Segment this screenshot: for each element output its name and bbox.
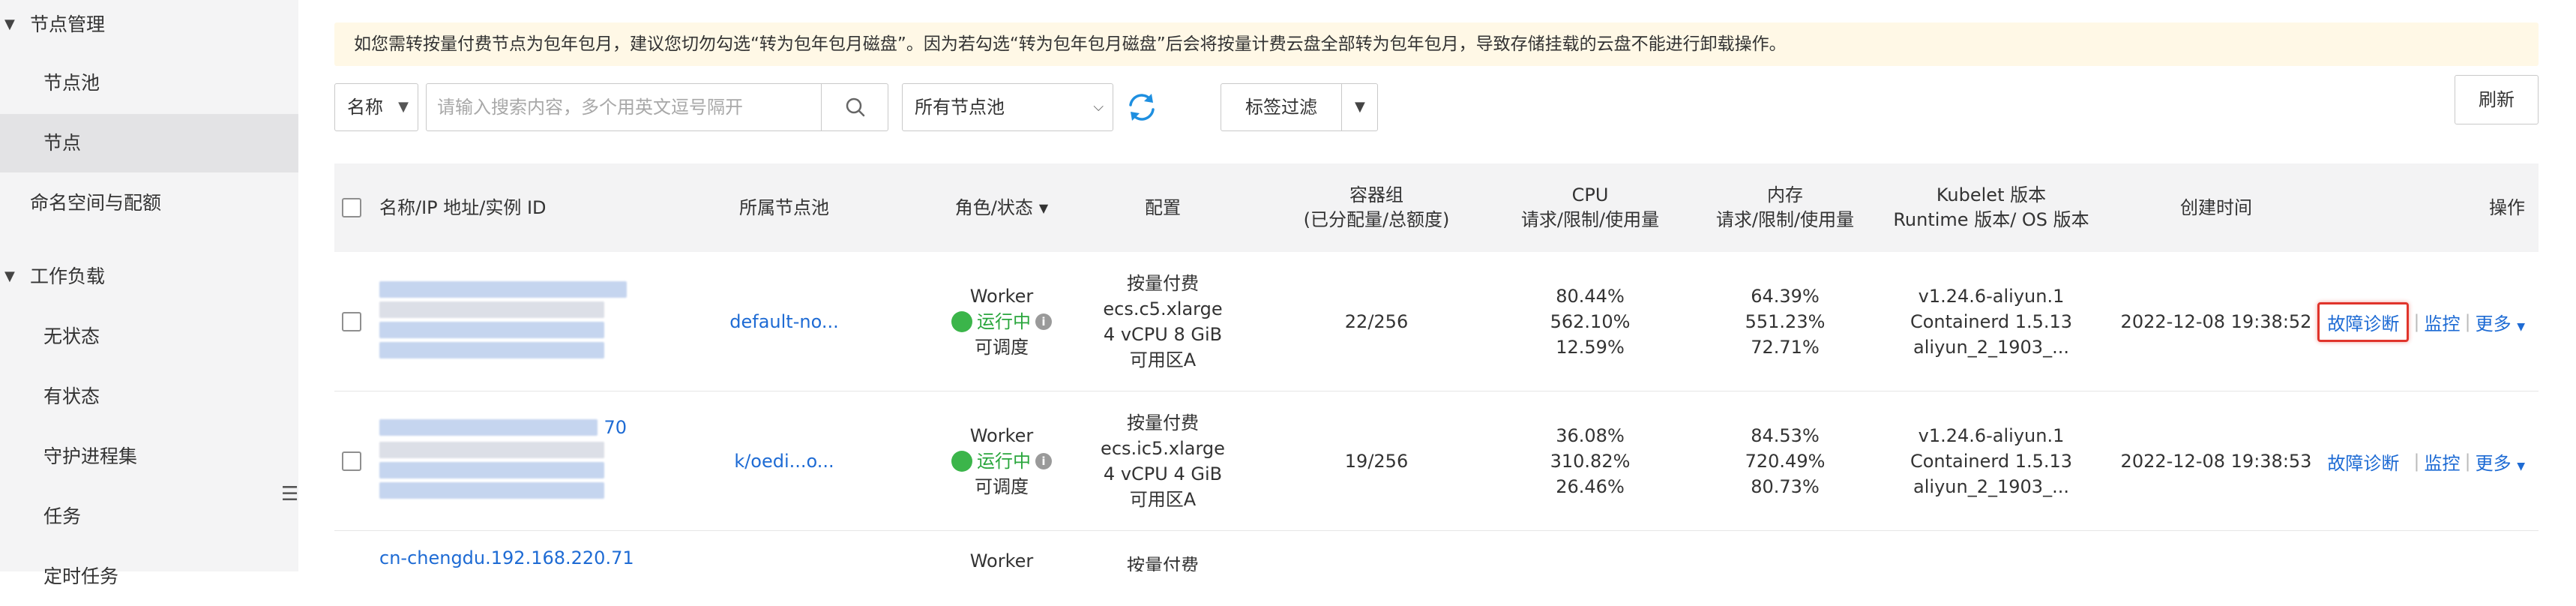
sidebar-group-workloads[interactable]: ▼ 工作负载 — [0, 248, 298, 306]
search-button[interactable] — [821, 83, 888, 131]
col-actions: 操作 — [2489, 196, 2525, 218]
config-cell: 按量付费 ecs.ic5.xlarge 4 vCPU 4 GiB 可用区A — [1101, 412, 1225, 510]
node-name-cell[interactable]: 70 — [379, 417, 627, 507]
more-dropdown[interactable]: 更多 ▼ — [2476, 448, 2525, 475]
role-status-cell: Worker 运行中 i 可调度 — [927, 392, 1077, 531]
table-row: cn-chengdu.192.168.220.71 Worker 按量付费 — [379, 548, 1199, 572]
nodepool-link[interactable]: default-no... — [709, 252, 859, 392]
sidebar: ▼ 节点管理 节点池 节点 命名空间与配额 ▼ 工作负载 无状态 有状态 守护进… — [0, 0, 298, 587]
monitor-link[interactable]: 监控 — [2424, 448, 2460, 475]
search-input[interactable] — [426, 83, 822, 131]
table-row: default-no... Worker 运行中 i 可调度 按量付费 ecs.… — [334, 252, 2539, 392]
refresh-icon[interactable] — [1123, 88, 1161, 126]
caret-down-icon: ▼ — [1355, 99, 1365, 115]
sort-caret-icon: ▼ — [1038, 200, 1049, 215]
caret-down-icon: ▼ — [2517, 460, 2525, 472]
nodepool-link[interactable]: k/oedi...o... — [709, 392, 859, 531]
col-role-status[interactable]: 角色/状态 ▼ — [927, 164, 1077, 252]
sidebar-item-daemonsets[interactable]: 守护进程集 — [0, 428, 298, 486]
main-content: 如您需转按量付费节点为包年包月，建议您切勿勾选“转为包年包月磁盘”。因为若勾选“… — [298, 0, 2576, 572]
running-dot-icon — [951, 451, 972, 472]
table-header: 名称/IP 地址/实例 ID 所属节点池 角色/状态 ▼ 配置 容器组 (已分配… — [334, 164, 2539, 252]
sidebar-item-deployments[interactable]: 无状态 — [0, 308, 298, 366]
config-cell: 按量付费 ecs.c5.xlarge 4 vCPU 8 GiB 可用区A — [1103, 273, 1223, 370]
diagnose-link[interactable]: 故障诊断 — [2317, 302, 2410, 342]
tag-filter-button[interactable]: 标签过滤 ▼ — [1221, 83, 1378, 131]
sidebar-item-namespace-quota[interactable]: 命名空间与配额 — [0, 174, 298, 232]
role-status-cell: Worker 运行中 i 可调度 — [927, 252, 1077, 392]
sidebar-group-node-management[interactable]: ▼ 节点管理 — [0, 0, 298, 54]
col-name: 名称/IP 地址/实例 ID — [379, 196, 547, 218]
sidebar-item-jobs[interactable]: 任务 — [0, 488, 298, 546]
refresh-button[interactable]: 刷新 — [2455, 75, 2539, 124]
chevron-down-icon: ⌵ — [1093, 99, 1104, 115]
status-badge: 运行中 i — [951, 309, 1052, 334]
info-icon[interactable]: i — [1035, 453, 1052, 470]
diagnose-link[interactable]: 故障诊断 — [2317, 442, 2409, 482]
chevron-down-icon: ▼ — [398, 99, 409, 115]
sidebar-collapse-icon[interactable]: ☰ — [281, 483, 298, 506]
col-config: 配置 — [1145, 196, 1181, 218]
col-created: 创建时间 — [2180, 196, 2252, 218]
caret-down-icon: ▼ — [4, 16, 15, 32]
nodepool-filter-select[interactable]: 所有节点池 ⌵ — [902, 83, 1113, 131]
search-field-select[interactable]: 名称 ▼ — [334, 83, 418, 131]
table-row: 70 k/oedi...o... Worker 运行中 i 可调度 按量付费 e… — [334, 392, 2539, 531]
row-actions: 故障诊断 | 监控 | 更多 ▼ — [2317, 252, 2525, 392]
sidebar-item-nodepool[interactable]: 节点池 — [0, 54, 298, 112]
sidebar-item-nodes[interactable]: 节点 — [0, 114, 298, 172]
row-actions: 故障诊断 | 监控 | 更多 ▼ — [2317, 392, 2525, 531]
row-checkbox[interactable] — [342, 312, 361, 332]
row-checkbox[interactable] — [342, 452, 361, 471]
search-icon — [846, 98, 865, 117]
caret-down-icon: ▼ — [2517, 320, 2525, 333]
sidebar-item-cronjobs[interactable]: 定时任务 — [0, 548, 298, 606]
created-cell: 2022-12-08 19:38:52 — [2120, 311, 2312, 332]
info-icon[interactable]: i — [1035, 314, 1052, 330]
monitor-link[interactable]: 监控 — [2424, 309, 2460, 335]
node-name-cell[interactable] — [379, 278, 627, 368]
node-name-link[interactable]: cn-chengdu.192.168.220.71 — [379, 548, 634, 568]
caret-down-icon: ▼ — [4, 268, 15, 284]
col-nodepool: 所属节点池 — [739, 196, 829, 218]
sidebar-item-statefulsets[interactable]: 有状态 — [0, 368, 298, 426]
notice-banner: 如您需转按量付费节点为包年包月，建议您切勿勾选“转为包年包月磁盘”。因为若勾选“… — [334, 22, 2539, 66]
running-dot-icon — [951, 311, 972, 332]
select-all-checkbox[interactable] — [342, 198, 361, 218]
status-badge: 运行中 i — [951, 448, 1052, 474]
more-dropdown[interactable]: 更多 ▼ — [2476, 309, 2525, 335]
created-cell: 2022-12-08 19:38:53 — [2120, 451, 2312, 472]
